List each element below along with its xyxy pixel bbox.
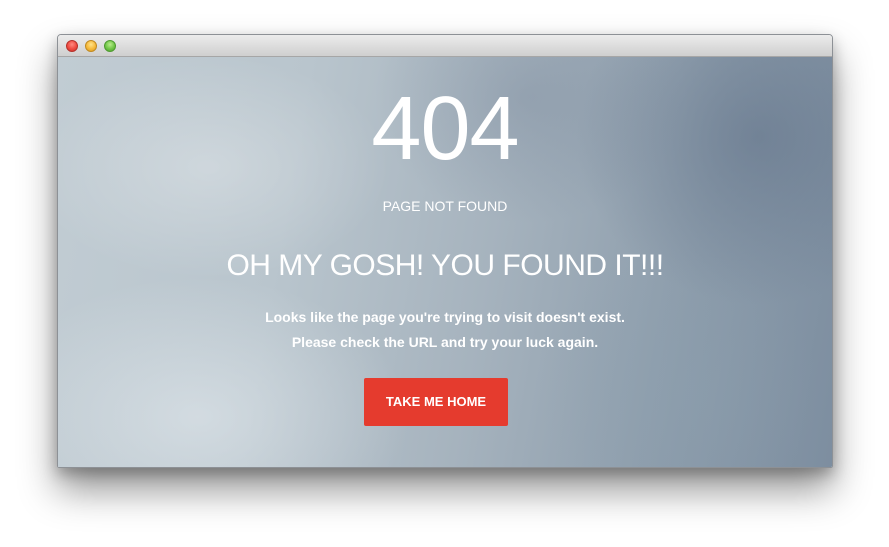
title-bar xyxy=(58,35,832,57)
close-window-button[interactable] xyxy=(66,40,78,52)
browser-window: 404 PAGE NOT FOUND OH MY GOSH! YOU FOUND… xyxy=(57,34,833,468)
take-me-home-button[interactable]: TAKE ME HOME xyxy=(364,378,508,426)
error-code: 404 xyxy=(371,79,519,179)
error-message-line-1: Looks like the page you're trying to vis… xyxy=(265,309,625,325)
error-message-line-2: Please check the URL and try your luck a… xyxy=(291,334,599,350)
error-headline: OH MY GOSH! YOU FOUND IT!!! xyxy=(226,249,664,282)
minimize-window-button[interactable] xyxy=(85,40,97,52)
desktop: 404 PAGE NOT FOUND OH MY GOSH! YOU FOUND… xyxy=(0,0,889,547)
zoom-window-button[interactable] xyxy=(104,40,116,52)
error-page: 404 PAGE NOT FOUND OH MY GOSH! YOU FOUND… xyxy=(58,57,832,467)
error-message: Looks like the page you're trying to vis… xyxy=(58,305,832,355)
error-subtitle: PAGE NOT FOUND xyxy=(382,198,508,214)
